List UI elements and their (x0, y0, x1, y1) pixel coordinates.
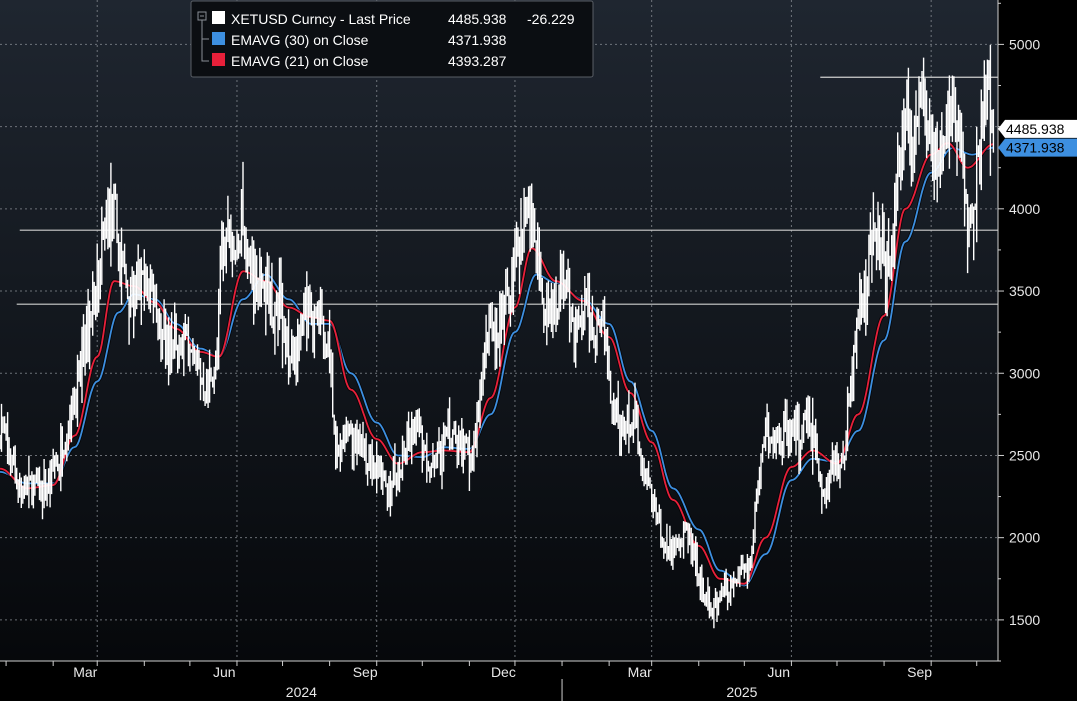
year-label: 2024 (286, 684, 317, 700)
chart-container: 1500 2000 2500 3000 3500 4000 5000 Mar Jun Sep Dec… (0, 0, 1077, 701)
x-tick-label: Mar (73, 664, 97, 680)
price-chart: 1500 2000 2500 3000 3500 4000 5000 Mar Jun Sep Dec… (0, 0, 1077, 701)
value-tag-label: 4371.938 (1006, 140, 1065, 156)
value-tags: 4485.938 4371.938 (998, 119, 1077, 157)
legend-value-price: 4485.938 (448, 11, 507, 27)
legend-swatch-ema30 (212, 32, 225, 45)
legend-label-price: XETUSD Curncy - Last Price (231, 11, 411, 27)
value-tag-label: 4485.938 (1006, 121, 1065, 137)
plot-background (0, 0, 998, 661)
x-tick-label: Sep (907, 664, 932, 680)
y-tick-label: 5000 (1009, 36, 1040, 52)
legend-value-ema21: 4393.287 (448, 53, 507, 69)
legend-label-ema21: EMAVG (21) on Close (231, 53, 369, 69)
y-tick-label: 4000 (1009, 201, 1040, 217)
legend-label-ema30: EMAVG (30) on Close (231, 32, 369, 48)
legend-value-ema30: 4371.938 (448, 32, 507, 48)
year-label: 2025 (726, 684, 757, 700)
value-tag: 4371.938 (998, 138, 1077, 157)
x-tick-label: Mar (628, 664, 652, 680)
legend-swatch-price (212, 11, 225, 24)
y-tick-label: 3500 (1009, 283, 1040, 299)
x-tick-label: Jun (767, 664, 790, 680)
legend-item-ema21: EMAVG (21) on Close 4393.287 (212, 53, 507, 69)
y-tick-label: 2500 (1009, 447, 1040, 463)
x-tick-label: Sep (353, 664, 378, 680)
legend-swatch-ema21 (212, 53, 225, 66)
y-tick-label: 1500 (1009, 612, 1040, 628)
legend: XETUSD Curncy - Last Price 4485.938 -26.… (190, 0, 594, 78)
legend-change-price: -26.229 (527, 11, 575, 27)
y-tick-label: 3000 (1009, 365, 1040, 381)
x-tick-label: Jun (213, 664, 236, 680)
value-tag: 4485.938 (998, 119, 1077, 138)
y-tick-label: 2000 (1009, 530, 1040, 546)
x-tick-label: Dec (491, 664, 516, 680)
legend-item-ema30: EMAVG (30) on Close 4371.938 (212, 32, 507, 48)
